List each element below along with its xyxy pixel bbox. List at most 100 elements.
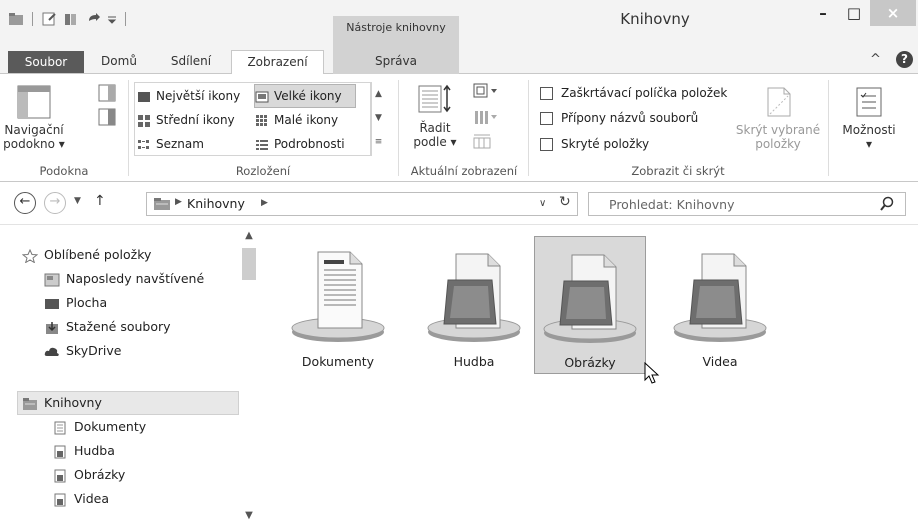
nav-pictures[interactable]: Obrázky: [52, 464, 125, 486]
libraries-icon: [153, 197, 171, 214]
nav-item-label: SkyDrive: [66, 343, 122, 358]
nav-downloads[interactable]: Stažené soubory: [44, 316, 171, 338]
maximize-icon: □: [846, 4, 862, 22]
breadcrumb-chevron-icon[interactable]: ▶: [175, 197, 182, 207]
library-documents[interactable]: Dokumenty: [282, 236, 394, 374]
small-icons-icon: [255, 113, 269, 127]
hidden-items-toggle[interactable]: Skryté položky: [540, 137, 649, 151]
group-by-icon[interactable]: [472, 82, 498, 103]
options-arrow: ▾: [865, 137, 873, 151]
collapse-ribbon-icon[interactable]: ^: [870, 52, 881, 67]
documents-icon: [52, 420, 68, 435]
layout-medium-icons[interactable]: Střední ikony: [137, 109, 253, 131]
nav-favorites[interactable]: Oblíbené položky: [21, 244, 151, 266]
videos-library-icon: [673, 253, 767, 342]
pictures-library-icon: [543, 254, 637, 343]
file-extensions-toggle[interactable]: Přípony názvů souborů: [540, 111, 698, 125]
tab-file[interactable]: Soubor: [8, 51, 84, 73]
help-icon[interactable]: ?: [896, 51, 913, 68]
back-button[interactable]: ←: [14, 192, 36, 214]
nav-item-label: Dokumenty: [74, 419, 147, 434]
desktop-icon: [44, 296, 60, 310]
checkbox[interactable]: [540, 86, 553, 100]
refresh-icon[interactable]: ↻: [559, 194, 571, 210]
scrollbar-thumb[interactable]: [242, 248, 256, 280]
navigation-pane-icon: [17, 85, 51, 119]
library-videos[interactable]: Videa: [664, 236, 776, 374]
options-button[interactable]: Možnosti ▾: [834, 84, 904, 151]
item-check-boxes-toggle[interactable]: Zaškrtávací políčka položek: [540, 86, 727, 100]
layout-small-icons[interactable]: Malé ikony: [255, 109, 355, 131]
preview-pane-icon[interactable]: [98, 84, 116, 105]
hide-selected-items-button[interactable]: Skrýt vybrané položky: [732, 84, 824, 151]
nav-music[interactable]: Hudba: [52, 440, 115, 462]
gallery-down-arrow-icon[interactable]: ▼: [371, 106, 386, 130]
close-button[interactable]: ×: [870, 0, 916, 26]
undo-icon[interactable]: [85, 12, 101, 26]
properties-icon[interactable]: [41, 12, 57, 26]
search-box[interactable]: Prohledat: Knihovny: [588, 192, 906, 216]
layout-extra-large-icons[interactable]: Největší ikony: [137, 85, 253, 107]
search-icon[interactable]: [879, 196, 895, 215]
navigation-pane-button[interactable]: Navigační podokno ▾: [2, 84, 66, 151]
ribbon-tabs: Soubor Domů Sdílení Zobrazení Správa: [0, 46, 918, 75]
group-separator: [528, 80, 529, 176]
checkbox[interactable]: [540, 137, 553, 151]
scroll-up-icon[interactable]: ▲: [240, 230, 258, 241]
recent-locations-icon[interactable]: ▼: [74, 196, 81, 206]
layout-item-label: Střední ikony: [156, 113, 235, 127]
minimize-icon: –: [819, 4, 827, 22]
customize-qat-icon[interactable]: [107, 12, 117, 26]
sort-by-label-2: podle ▾: [413, 135, 457, 149]
options-label: Možnosti: [842, 123, 896, 137]
nav-desktop[interactable]: Plocha: [44, 292, 107, 314]
nav-item-label: Videa: [74, 491, 110, 506]
navigation-pane-label-1: Navigační: [4, 123, 64, 137]
gallery-more-icon[interactable]: ≡: [371, 130, 386, 154]
checkbox[interactable]: [540, 111, 553, 125]
breadcrumb-chevron-icon[interactable]: ▶: [261, 198, 268, 208]
address-bar[interactable]: ▶ Knihovny ▶ ∨ ↻: [146, 192, 578, 216]
new-folder-icon[interactable]: [63, 12, 79, 26]
maximize-button[interactable]: □: [840, 0, 868, 26]
group-separator: [128, 80, 129, 176]
nav-libraries[interactable]: Knihovny: [17, 391, 239, 415]
breadcrumb-libraries[interactable]: Knihovny: [187, 196, 245, 211]
layout-large-icons[interactable]: Velké ikony: [254, 84, 356, 108]
library-label: Videa: [702, 354, 738, 369]
library-music[interactable]: Hudba: [418, 236, 530, 374]
forward-arrow-icon: →: [49, 194, 61, 209]
scroll-down-icon[interactable]: ▼: [240, 510, 258, 521]
layout-gallery: Největší ikony Velké ikony Střední ikony…: [134, 82, 372, 156]
layout-list[interactable]: Seznam: [137, 133, 253, 155]
nav-skydrive[interactable]: SkyDrive: [44, 340, 121, 362]
gallery-up-arrow-icon[interactable]: ▲: [371, 82, 386, 106]
up-arrow-icon[interactable]: ↑: [94, 193, 106, 209]
nav-pane-scrollbar[interactable]: ▲ ▼: [240, 226, 258, 526]
folder-icon[interactable]: [8, 12, 24, 26]
tab-share[interactable]: Sdílení: [156, 50, 226, 74]
window-title: Knihovny: [620, 10, 690, 28]
layout-group-label: Rozložení: [235, 164, 291, 178]
add-columns-icon[interactable]: [472, 108, 498, 129]
nav-recent-places[interactable]: Naposledy navštívené: [44, 268, 204, 290]
tab-home[interactable]: Domů: [92, 50, 146, 74]
tab-manage[interactable]: Správa: [340, 50, 452, 74]
checkbox-label: Zaškrtávací políčka položek: [561, 86, 728, 100]
sort-by-button[interactable]: Řadit podle ▾: [404, 82, 466, 149]
size-columns-icon[interactable]: [472, 132, 494, 153]
minimize-button[interactable]: –: [810, 0, 836, 26]
tab-view[interactable]: Zobrazení: [231, 50, 324, 75]
address-history-dropdown-icon[interactable]: ∨: [539, 198, 546, 209]
details-pane-icon[interactable]: [98, 108, 116, 129]
layout-details[interactable]: Podrobnosti: [255, 133, 355, 155]
library-pictures[interactable]: Obrázky: [534, 236, 646, 374]
close-icon: ×: [886, 4, 900, 22]
checkbox-label: Přípony názvů souborů: [561, 111, 699, 125]
show-hide-group-label: Zobrazit či skrýt: [631, 164, 725, 178]
sort-by-label-1: Řadit: [419, 121, 451, 135]
nav-item-label: Stažené soubory: [66, 319, 171, 334]
nav-documents[interactable]: Dokumenty: [52, 416, 146, 438]
forward-button[interactable]: →: [44, 192, 66, 214]
nav-videos[interactable]: Videa: [52, 488, 109, 510]
